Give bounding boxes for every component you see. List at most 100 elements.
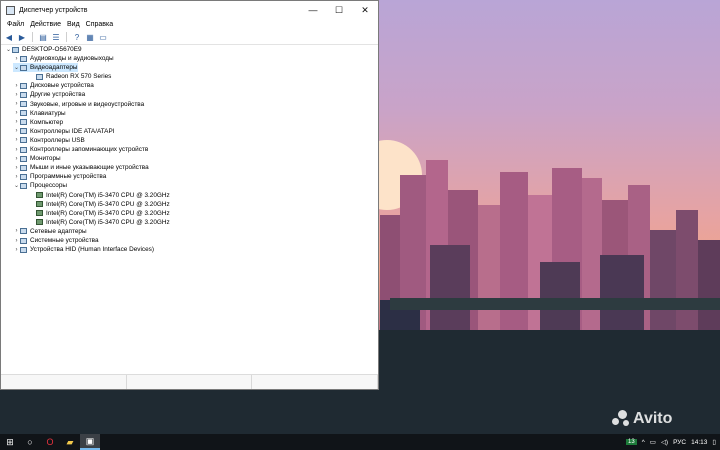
tree-item-label: Мыши и иные указывающие устройства [30,164,149,172]
status-bar-pane [127,375,253,389]
expand-chevron-icon[interactable]: › [13,83,20,89]
expand-chevron-icon[interactable]: › [13,110,20,116]
tree-item[interactable]: Intel(R) Core(TM) i5-3470 CPU @ 3.20GHz [29,200,170,209]
list-icon[interactable]: ☰ [51,32,61,42]
wallpaper-building [430,245,470,335]
tree-item[interactable]: › Мыши и иные указывающие устройства [13,163,149,172]
expand-chevron-icon[interactable]: › [13,238,20,244]
tree-item[interactable]: › Другие устройства [13,90,86,99]
tree-item[interactable]: › Контроллеры запоминающих устройств [13,145,149,154]
tree-item[interactable]: › Мониторы [13,154,61,163]
file-explorer-icon[interactable]: ▰ [60,434,80,450]
collapse-chevron-icon[interactable]: ⌄ [5,46,12,53]
expand-chevron-icon[interactable]: › [13,119,20,125]
clock[interactable]: 14:13 [691,439,707,446]
tree-item[interactable]: › Звуковые, игровые и видеоустройства [13,100,145,109]
collapse-chevron-icon[interactable]: ⌄ [13,182,20,189]
tree-item[interactable]: › Контроллеры IDE ATA/ATAPI [13,127,115,136]
device-category-icon [20,146,27,153]
forward-arrow-icon[interactable]: ▶ [17,32,27,42]
collapse-chevron-icon[interactable]: ⌄ [13,64,20,71]
close-button[interactable]: ✕ [352,1,378,19]
menu-help[interactable]: Справка [83,21,116,28]
tree-item[interactable]: Intel(R) Core(TM) i5-3470 CPU @ 3.20GHz [29,209,170,218]
tree-item[interactable]: › Компьютер [13,118,64,127]
tree-item-label: Контроллеры USB [30,136,85,144]
device-category-icon [20,237,27,244]
avito-watermark: Avito [612,410,672,428]
notifications-icon[interactable]: ▯ [712,438,716,446]
tree-item[interactable]: › Дисковые устройства [13,81,94,90]
device-tree[interactable]: ⌄ DESKTOP-O5670E9 › Аудиовходы и аудиовых… [1,45,378,375]
wallpaper-railway [390,298,720,310]
maximize-button[interactable]: ☐ [326,1,352,19]
title-bar[interactable]: Диспетчер устройств — ☐ ✕ [1,1,378,19]
tree-item[interactable]: ⌄ Видеоадаптеры [13,63,78,73]
expand-chevron-icon[interactable]: › [13,247,20,253]
tree-item[interactable]: Intel(R) Core(TM) i5-3470 CPU @ 3.20GHz [29,191,170,200]
view-icon[interactable]: ▦ [85,32,95,42]
device-category-icon [20,55,27,62]
device-category-icon [20,128,27,135]
language-indicator[interactable]: РУС [673,439,686,446]
device-category-icon [20,82,27,89]
device-manager-taskbar-icon[interactable]: ▣ [80,434,100,450]
status-bar-pane [1,375,127,389]
menu-view[interactable]: Вид [64,21,83,28]
menu-action[interactable]: Действие [27,21,64,28]
tree-item[interactable]: Radeon RX 570 Series [29,72,111,81]
tree-item[interactable]: › Аудиовходы и аудиовыходы [13,54,114,63]
expand-chevron-icon[interactable]: › [13,56,20,62]
expand-chevron-icon[interactable]: › [13,228,20,234]
menu-file[interactable]: Файл [4,21,27,28]
processor-icon [36,201,43,208]
tree-item-label: Звуковые, игровые и видеоустройства [30,100,145,108]
wallpaper-building [500,172,528,335]
toolbar-divider [32,32,33,42]
tree-item[interactable]: ⌄ Процессоры [13,181,67,190]
tree-item[interactable]: › Клавиатуры [13,109,66,118]
avito-watermark-text: Avito [633,410,673,427]
expand-chevron-icon[interactable]: › [13,92,20,98]
tray-badge[interactable]: 13 [626,439,637,445]
device-category-icon [20,164,27,171]
volume-icon[interactable]: ◁) [661,438,668,446]
expand-chevron-icon[interactable]: › [13,165,20,171]
tree-item[interactable]: › Системные устройства [13,236,99,245]
tree-item[interactable]: › Устройства HID (Human Interface Devices… [13,245,155,254]
help-icon[interactable]: ? [72,32,82,42]
tree-item-label: Системные устройства [30,237,99,244]
expand-chevron-icon[interactable]: › [13,137,20,143]
opera-browser-icon[interactable]: O [40,434,60,450]
device-category-icon [20,64,27,71]
expand-chevron-icon[interactable]: › [13,147,20,153]
expand-chevron-icon[interactable]: › [13,174,20,180]
device-manager-window[interactable]: Диспетчер устройств — ☐ ✕ Файл Действие … [0,0,379,390]
minimize-button[interactable]: — [300,1,326,19]
tree-item[interactable]: › Контроллеры USB [13,136,85,145]
device-manager-icon [6,5,15,15]
tree-item-label: Процессоры [30,182,68,190]
tree-item[interactable]: › Программные устройства [13,172,107,181]
expand-chevron-icon[interactable]: › [13,128,20,134]
tray-chevron-icon[interactable]: ^ [642,439,645,446]
toolbar: ◀ ▶ ▤ ☰ ? ▦ ▭ [1,30,378,45]
tree-item[interactable]: Intel(R) Core(TM) i5-3470 CPU @ 3.20GHz [29,218,170,227]
processor-icon [36,210,43,217]
tree-item[interactable]: › Сетевые адаптеры [13,227,87,236]
windows-start-icon[interactable]: ⊞ [0,434,20,450]
tree-root[interactable]: ⌄ DESKTOP-O5670E9 [5,45,82,54]
properties-icon[interactable]: ▤ [38,32,48,42]
monitor-icon[interactable]: ▭ [98,32,108,42]
back-arrow-icon[interactable]: ◀ [4,32,14,42]
device-category-icon [20,91,27,98]
expand-chevron-icon[interactable]: › [13,156,20,162]
toolbar-divider [66,32,67,42]
search-icon[interactable]: ○ [20,434,40,450]
processor-icon [36,219,43,226]
tree-item-label: Intel(R) Core(TM) i5-3470 CPU @ 3.20GHz [46,209,170,217]
network-icon[interactable]: ▭ [650,438,656,446]
expand-chevron-icon[interactable]: › [13,101,20,107]
tree-item-label: Intel(R) Core(TM) i5-3470 CPU @ 3.20GHz [46,191,170,199]
menu-bar: Файл Действие Вид Справка [1,19,378,30]
